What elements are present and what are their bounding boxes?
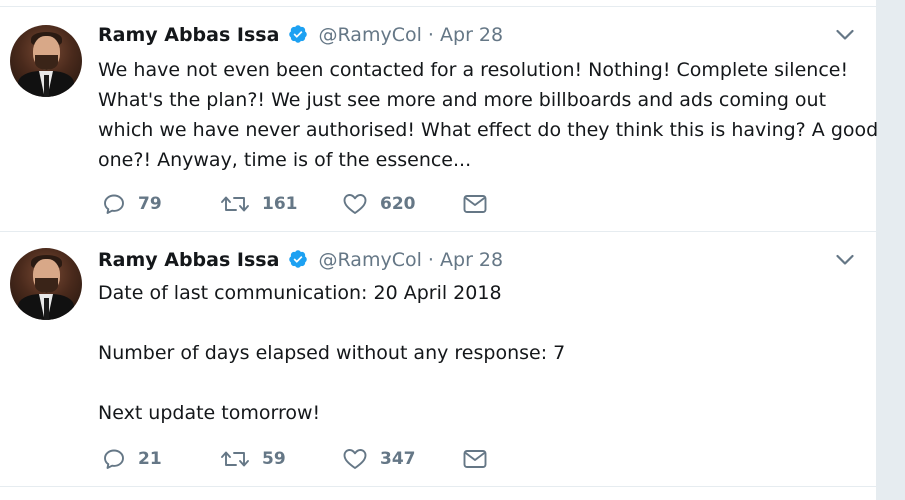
retweet-count: 161: [262, 194, 298, 214]
verified-badge-icon: [289, 25, 308, 43]
tweet-text-line: which we have never authorised! What eff…: [98, 119, 879, 141]
timeline: Ramy Abbas Issa @RamyCol · Apr 28 We hav…: [0, 0, 879, 500]
reply-button[interactable]: 79: [102, 191, 162, 217]
tweet[interactable]: Ramy Abbas Issa @RamyCol · Apr 28 Date o…: [0, 232, 876, 487]
like-button[interactable]: 620: [342, 191, 416, 217]
avatar-beard: [35, 278, 58, 293]
reply-count: 79: [138, 194, 162, 214]
tweet-header: Ramy Abbas Issa @RamyCol · Apr 28: [98, 21, 503, 49]
tweet[interactable]: Ramy Abbas Issa @RamyCol · Apr 28 We hav…: [0, 7, 879, 232]
header-separator: ·: [427, 24, 434, 46]
avatar-tie: [44, 298, 49, 320]
author-name[interactable]: Ramy Abbas Issa: [98, 24, 279, 46]
tweet-text-line: We have not even been contacted for a re…: [98, 59, 849, 81]
author-name[interactable]: Ramy Abbas Issa: [98, 249, 279, 271]
tweet-text: Date of last communication: 20 April 201…: [98, 278, 868, 428]
direct-message-button[interactable]: [462, 191, 488, 217]
retweet-button[interactable]: 59: [220, 446, 286, 472]
tweet-text-line: Number of days elapsed without any respo…: [98, 342, 566, 364]
tweet-date[interactable]: Apr 28: [440, 24, 503, 46]
tweet-header: Ramy Abbas Issa @RamyCol · Apr 28: [98, 246, 503, 274]
avatar-tie: [44, 75, 49, 97]
like-icon: [343, 449, 367, 469]
retweet-button[interactable]: 161: [220, 191, 298, 217]
retweet-icon: [221, 451, 249, 467]
reply-icon: [104, 449, 124, 469]
tweet-date[interactable]: Apr 28: [440, 249, 503, 271]
like-count: 620: [380, 194, 416, 214]
header-separator: ·: [427, 249, 434, 271]
tweet-text-line: one?! Anyway, time is of the essence...: [98, 149, 472, 171]
previous-item-edge: [0, 0, 876, 7]
like-icon: [343, 194, 367, 214]
retweet-count: 59: [262, 449, 286, 469]
chevron-down-icon[interactable]: [836, 254, 854, 266]
avatar-beard: [35, 55, 58, 70]
message-icon: [463, 450, 487, 468]
tweet-text-line: Next update tomorrow!: [98, 402, 321, 424]
reply-count: 21: [138, 449, 162, 469]
like-count: 347: [380, 449, 416, 469]
avatar[interactable]: [10, 248, 82, 320]
chevron-down-icon[interactable]: [836, 29, 854, 41]
author-handle[interactable]: @RamyCol: [319, 249, 422, 271]
verified-badge-icon: [289, 250, 308, 268]
avatar[interactable]: [10, 25, 82, 97]
retweet-icon: [221, 196, 249, 212]
reply-icon: [104, 194, 124, 214]
author-handle[interactable]: @RamyCol: [319, 24, 422, 46]
tweet-text-line: Date of last communication: 20 April 201…: [98, 282, 502, 304]
direct-message-button[interactable]: [462, 446, 488, 472]
tweet-text: We have not even been contacted for a re…: [98, 55, 879, 175]
tweet-text-line: What's the plan?! We just see more and m…: [98, 89, 827, 111]
like-button[interactable]: 347: [342, 446, 416, 472]
reply-button[interactable]: 21: [102, 446, 162, 472]
message-icon: [463, 195, 487, 213]
